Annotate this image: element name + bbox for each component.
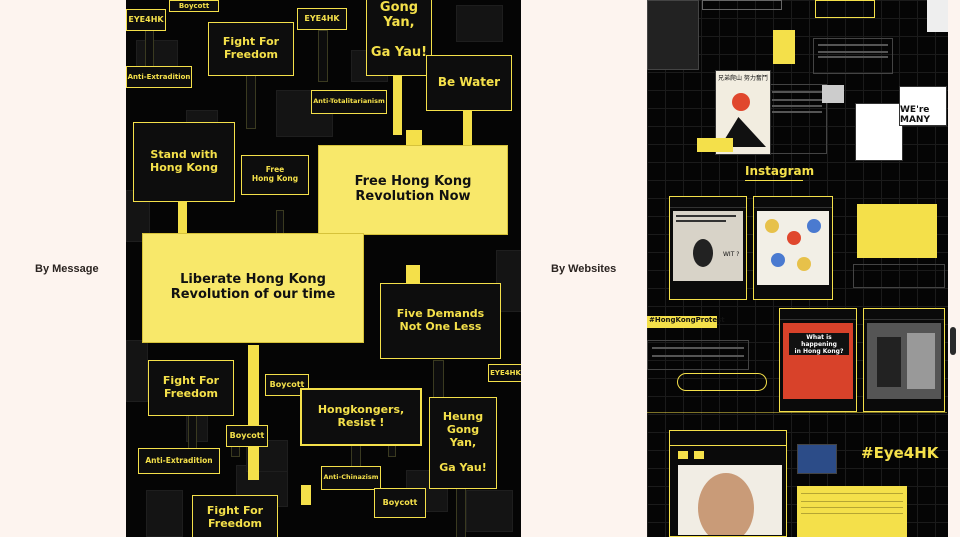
sign-eye4hk-left: EYE4HK: [126, 9, 166, 31]
collage-card-top-left: [647, 0, 699, 70]
instagram-heading: Instagram: [745, 164, 815, 178]
sign-eye4hk-mid: EYE4HK: [297, 8, 347, 30]
sign-boycott-top: Boycott: [169, 0, 219, 12]
sign-free-hong-kong-revolution: Free Hong Kong Revolution Now: [318, 145, 508, 235]
sign-be-water: Be Water: [426, 55, 512, 111]
sign-stand-with-hong-kong: Stand with Hong Kong: [133, 122, 235, 202]
eye4hk-heading: #Eye4HK: [861, 444, 939, 462]
sign-free-hong-kong-small: Free Hong Kong: [241, 155, 309, 195]
sign-gong-yan-top: Gong Yan, Ga Yau!: [366, 0, 432, 76]
by-message-label: By Message: [35, 263, 99, 275]
sign-hongkongers-resist: Hongkongers, Resist !: [300, 388, 422, 446]
by-message-panel[interactable]: Boycott EYE4HK Fight For Freedom EYE4HK …: [126, 0, 521, 537]
instagram-post-2[interactable]: [753, 196, 833, 300]
sign-fight-for-freedom-bottom: Fight For Freedom: [192, 495, 278, 537]
instagram-post-1[interactable]: WIT ?: [669, 196, 747, 300]
sign-anti-chinazism: Anti-Chinazism: [321, 466, 381, 490]
sign-eye4hk-right: EYE4HK: [488, 364, 521, 382]
by-websites-panel[interactable]: 兄弟爬山 努力奮鬥 WE're MANY Instagram WIT ? #Ho…: [647, 0, 948, 537]
sign-boycott-low: Boycott: [226, 425, 268, 447]
hashtag-hongkongprotest: #HongKongProtest: [647, 316, 725, 328]
sign-boycott-bottom: Boycott: [374, 488, 426, 518]
what-is-happening-text: What is happening in Hong Kong?: [789, 333, 849, 355]
sign-anti-totalitarianism: Anti-Totalitarianism: [311, 90, 387, 114]
eye4hk-card[interactable]: [669, 430, 787, 537]
instagram-post-4[interactable]: [863, 308, 945, 412]
sign-anti-extradition-top: Anti-Extradition: [126, 66, 192, 88]
sign-liberate-hong-kong: Liberate Hong Kong Revolution of our tim…: [142, 233, 364, 343]
sign-heung-gong-yan: Heung Gong Yan, Ga Yau!: [429, 397, 497, 489]
instagram-post-3[interactable]: What is happening in Hong Kong?: [779, 308, 857, 412]
sign-five-demands: Five Demands Not One Less: [380, 283, 501, 359]
sign-fight-for-freedom-mid: Fight For Freedom: [148, 360, 234, 416]
sign-fight-for-freedom-top: Fight For Freedom: [208, 22, 294, 76]
scrollbar-thumb[interactable]: [950, 327, 956, 355]
sign-anti-extradition-low: Anti-Extradition: [138, 448, 220, 474]
by-websites-label: By Websites: [551, 263, 617, 275]
poster-cartoon: [855, 103, 903, 161]
poster-were-many: WE're MANY: [899, 86, 947, 126]
